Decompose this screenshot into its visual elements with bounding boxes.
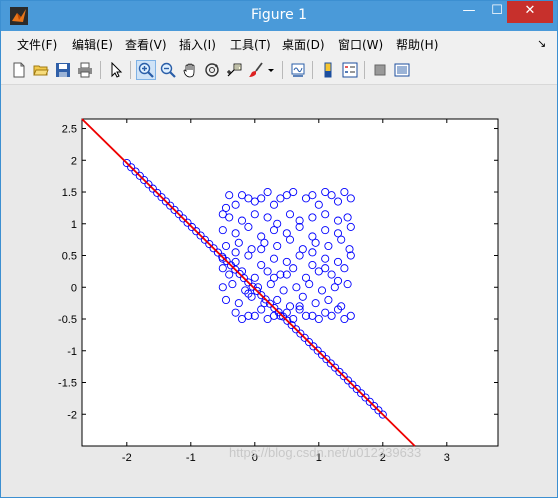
hide-plot-tools-icon[interactable] — [370, 60, 390, 80]
menu-insert[interactable]: 插入(I) — [179, 36, 216, 53]
menu-tools[interactable]: 工具(T) — [230, 36, 271, 53]
scatter-plot: -2 -1 0 1 2 3-2-1.5-1-0.500.511.522.5 https:/… — [58, 118, 499, 464]
show-plot-tools-icon[interactable] — [392, 60, 412, 80]
watermark-text: https://blog.csdn.net/u012339633 — [229, 445, 421, 460]
menu-edit[interactable]: 编辑(E) — [72, 36, 113, 53]
toolbar-separator — [100, 61, 101, 79]
zoom-in-icon[interactable] — [136, 60, 156, 80]
zoom-out-icon[interactable] — [158, 60, 178, 80]
toolbar-separator — [282, 61, 283, 79]
toolbar-separator — [364, 61, 365, 79]
y-tick-label: -1 — [67, 346, 77, 358]
rotate-3d-icon[interactable] — [202, 60, 222, 80]
y-tick-label: -2 — [67, 409, 77, 421]
pan-hand-icon[interactable] — [180, 60, 200, 80]
y-tick-label: 2.5 — [62, 124, 77, 136]
link-plot-icon[interactable] — [288, 60, 308, 80]
save-icon[interactable] — [53, 60, 73, 80]
menu-view[interactable]: 查看(V) — [125, 36, 167, 53]
menu-file[interactable]: 文件(F) — [17, 36, 57, 53]
open-file-icon[interactable] — [31, 60, 51, 80]
x-tick-label: -1 — [186, 452, 196, 464]
figure-toolbar — [1, 56, 557, 85]
x-tick-label: 3 — [444, 452, 450, 464]
menu-bar: 文件(F) 编辑(E) 查看(V) 插入(I) 工具(T) 桌面(D) 窗口(W… — [1, 31, 557, 56]
y-tick-label: 1.5 — [62, 187, 77, 199]
brush-icon[interactable] — [246, 60, 266, 80]
legend-icon[interactable] — [340, 60, 360, 80]
y-tick-label: -0.5 — [58, 314, 77, 326]
y-tick-label: 0 — [71, 282, 77, 294]
data-cursor-icon[interactable] — [224, 60, 244, 80]
colorbar-icon[interactable] — [318, 60, 338, 80]
menu-overflow-icon[interactable]: ↘ — [537, 37, 546, 50]
y-tick-label: 0.5 — [62, 251, 77, 263]
new-figure-icon[interactable] — [9, 60, 29, 80]
minimize-button[interactable]: — — [455, 1, 483, 23]
toolbar-separator — [312, 61, 313, 79]
y-tick-label: 2 — [71, 155, 77, 167]
menu-help[interactable]: 帮助(H) — [396, 36, 438, 53]
y-tick-label: 1 — [71, 219, 77, 231]
plot-axes-box — [81, 118, 499, 447]
menu-desktop[interactable]: 桌面(D) — [282, 36, 325, 53]
title-bar[interactable]: Figure 1 — ☐ ✕ — [1, 1, 557, 31]
y-tick-label: -1.5 — [58, 378, 77, 390]
x-tick-label: -2 — [122, 452, 132, 464]
close-button[interactable]: ✕ — [507, 1, 553, 23]
edit-plot-arrow-icon[interactable] — [106, 60, 126, 80]
toolbar-separator — [130, 61, 131, 79]
brush-dropdown-icon[interactable] — [266, 60, 276, 80]
figure-window: Figure 1 — ☐ ✕ 文件(F) 编辑(E) 查看(V) 插入(I) 工… — [0, 0, 558, 498]
figure-canvas: -2 -1 0 1 2 3 -2 -1.5 -1 -0.5 0 0.5 1 1.5 2 2.5 https:/… — [1, 85, 557, 497]
menu-window[interactable]: 窗口(W) — [338, 36, 383, 53]
print-icon[interactable] — [75, 60, 95, 80]
